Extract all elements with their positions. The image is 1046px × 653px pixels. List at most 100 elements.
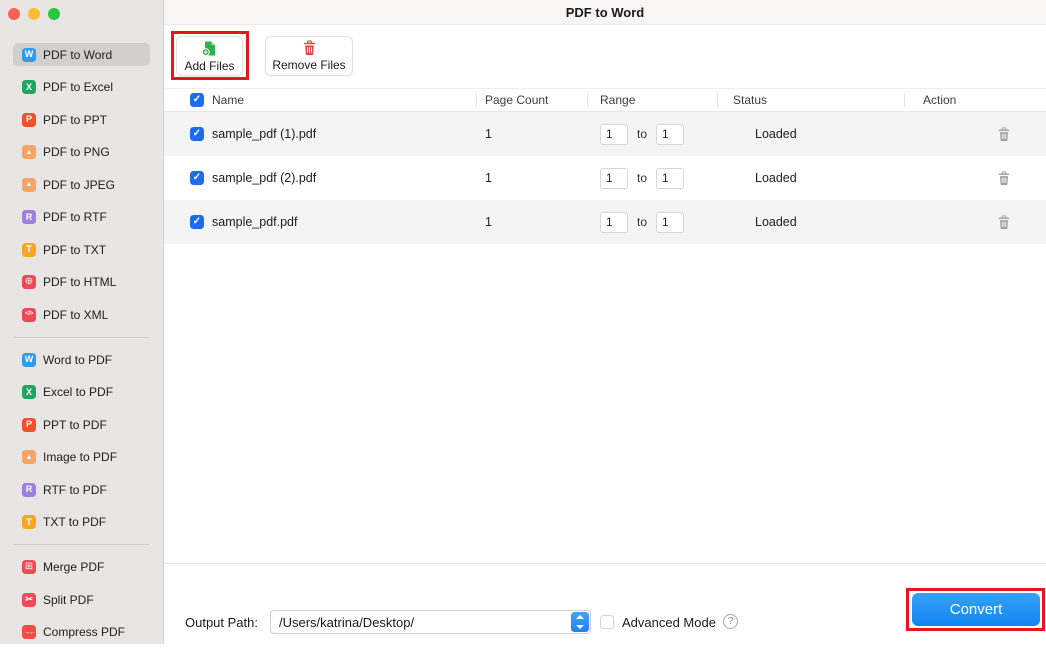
sidebar-item-pdf-to-ppt[interactable]: P PDF to PPT [13, 108, 150, 131]
sidebar-item-label: PDF to HTML [43, 275, 117, 289]
sidebar-item-pdf-to-txt[interactable]: T PDF to TXT [13, 238, 150, 261]
excel-icon: X [22, 80, 36, 94]
column-header-name: Name [212, 93, 245, 107]
help-icon[interactable]: ? [723, 614, 738, 629]
delete-row-button[interactable] [997, 126, 1011, 142]
page-count-value: 1 [485, 215, 492, 229]
sidebar-item-pdf-to-word[interactable]: W PDF to Word [13, 43, 150, 66]
row-checkbox[interactable]: ✓ [190, 215, 204, 229]
sidebar-item-label: PDF to Word [43, 47, 113, 62]
advanced-mode-label: Advanced Mode [622, 615, 716, 630]
page-count-value: 1 [485, 127, 492, 141]
trash-icon [998, 214, 1010, 229]
column-header-status: Status [733, 93, 768, 107]
sidebar-item-excel-to-pdf[interactable]: X Excel to PDF [13, 381, 150, 404]
page-count-value: 1 [485, 171, 492, 185]
range-separator: to [637, 215, 648, 229]
table-row: ✓ sample_pdf (2).pdf 1 to Loaded [164, 156, 1046, 200]
advanced-mode-checkbox[interactable] [600, 615, 614, 629]
status-value: Loaded [755, 215, 797, 229]
sidebar-item-pdf-to-rtf[interactable]: R PDF to RTF [13, 206, 150, 229]
stepper-control[interactable] [571, 612, 589, 632]
row-checkbox[interactable]: ✓ [190, 171, 204, 185]
range-from-input[interactable] [600, 123, 628, 145]
sidebar-item-label: Merge PDF [43, 560, 105, 574]
sidebar-item-label: PDF to TXT [43, 242, 107, 257]
page-title: PDF to Word [164, 0, 1046, 25]
sidebar-item-image-to-pdf[interactable]: ▲ Image to PDF [13, 446, 150, 469]
output-path-label: Output Path: [185, 615, 258, 630]
txt-icon: T [22, 242, 36, 257]
range-to-input[interactable] [656, 167, 685, 189]
sidebar-item-label: PDF to JPEG [43, 177, 116, 192]
txt-icon: T [22, 515, 36, 529]
table-header: ✓ Name Page Count Range Status Action [164, 88, 1046, 112]
image-icon: ▲ [22, 450, 36, 464]
delete-row-button[interactable] [997, 214, 1011, 230]
range-to-input[interactable] [656, 211, 685, 233]
sidebar-item-txt-to-pdf[interactable]: T TXT to PDF [13, 511, 150, 534]
range-from-input[interactable] [600, 211, 628, 233]
sidebar-item-label: Compress PDF [43, 625, 126, 639]
sidebar-item-label: PDF to XML [43, 307, 109, 322]
window-controls [8, 8, 60, 20]
range-separator: to [637, 127, 648, 141]
range-to-input[interactable] [656, 123, 685, 145]
select-all-checkbox[interactable]: ✓ [190, 93, 204, 107]
sidebar-item-merge-pdf[interactable]: ⊞ Merge PDF [13, 556, 150, 579]
sidebar-item-compress-pdf[interactable]: →← Compress PDF [13, 621, 150, 644]
column-header-range: Range [600, 93, 636, 107]
file-list: ✓ sample_pdf (1).pdf 1 to Loaded [164, 112, 1046, 244]
file-name: sample_pdf.pdf [212, 215, 298, 229]
sidebar-item-pdf-to-png[interactable]: ▲ PDF to PNG [13, 141, 150, 164]
sidebar-item-ppt-to-pdf[interactable]: P PPT to PDF [13, 413, 150, 436]
chevron-down-icon [576, 625, 584, 629]
image-icon: ▲ [22, 145, 36, 159]
sidebar-item-label: PDF to PPT [43, 112, 108, 127]
ppt-icon: P [22, 417, 36, 432]
image-icon: ▲ [22, 177, 36, 192]
delete-row-button[interactable] [997, 170, 1011, 186]
sidebar-list: W PDF to Word X PDF to Excel P PDF to PP… [0, 43, 163, 653]
file-name: sample_pdf (2).pdf [212, 171, 317, 185]
sidebar-item-pdf-to-xml[interactable]: </> PDF to XML [13, 303, 150, 326]
sidebar-item-label: PPT to PDF [43, 417, 107, 432]
file-name: sample_pdf (1).pdf [212, 127, 317, 141]
sidebar: W PDF to Word X PDF to Excel P PDF to PP… [0, 0, 164, 644]
table-row: ✓ sample_pdf.pdf 1 to Loaded [164, 200, 1046, 244]
compress-icon: →← [22, 625, 36, 639]
ppt-icon: P [22, 112, 36, 127]
sidebar-item-pdf-to-jpeg[interactable]: ▲ PDF to JPEG [13, 173, 150, 196]
sidebar-item-pdf-to-excel[interactable]: X PDF to Excel [13, 76, 150, 99]
trash-icon [303, 40, 315, 56]
add-files-label: Add Files [184, 58, 235, 73]
sidebar-item-rtf-to-pdf[interactable]: R RTF to PDF [13, 478, 150, 501]
sidebar-item-pdf-to-html[interactable]: ⊕ PDF to HTML [13, 271, 150, 294]
convert-button[interactable]: Convert [912, 593, 1040, 626]
add-file-icon [201, 41, 215, 56]
remove-files-label: Remove Files [272, 58, 346, 72]
word-icon: W [22, 47, 36, 62]
trash-icon [998, 170, 1010, 185]
sidebar-item-label: TXT to PDF [43, 515, 107, 529]
sidebar-item-split-pdf[interactable]: ✂ Split PDF [13, 588, 150, 611]
output-path-combobox[interactable] [270, 610, 591, 634]
trash-icon [998, 126, 1010, 141]
add-files-button[interactable]: Add Files [176, 36, 243, 76]
app-window: W PDF to Word X PDF to Excel P PDF to PP… [0, 0, 1046, 644]
sidebar-item-label: PDF to PNG [43, 145, 110, 159]
excel-icon: X [22, 385, 36, 399]
sidebar-item-label: Excel to PDF [43, 385, 114, 399]
remove-files-button[interactable]: Remove Files [265, 36, 353, 76]
rtf-icon: R [22, 210, 36, 224]
minimize-window-button[interactable] [28, 8, 40, 20]
sidebar-item-label: PDF to RTF [43, 210, 107, 224]
range-from-input[interactable] [600, 167, 628, 189]
sidebar-item-word-to-pdf[interactable]: W Word to PDF [13, 348, 150, 371]
zoom-window-button[interactable] [48, 8, 60, 20]
row-checkbox[interactable]: ✓ [190, 127, 204, 141]
output-path-input[interactable] [271, 611, 571, 633]
close-window-button[interactable] [8, 8, 20, 20]
sidebar-item-label: Split PDF [43, 592, 94, 607]
sidebar-item-label: RTF to PDF [43, 482, 107, 497]
